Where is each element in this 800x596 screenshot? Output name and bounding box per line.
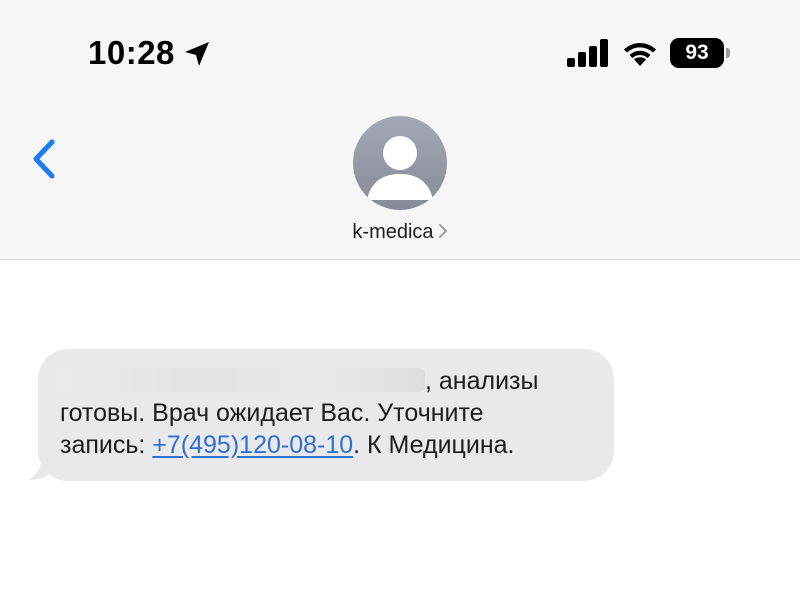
cellular-signal-icon bbox=[567, 39, 608, 67]
message-line-2: готовы. Врач ожидает Вас. Уточните bbox=[60, 399, 484, 427]
location-arrow-icon bbox=[185, 42, 209, 66]
battery-level: 93 bbox=[670, 38, 724, 68]
chevron-right-icon bbox=[438, 223, 447, 238]
person-silhouette-icon bbox=[367, 136, 433, 200]
contact-avatar[interactable] bbox=[353, 116, 447, 210]
phone-number-link[interactable]: +7(495)120-08-10 bbox=[152, 431, 353, 459]
message-line-1-text: , анализы bbox=[425, 367, 539, 395]
battery-icon: 93 bbox=[670, 38, 730, 68]
wifi-icon bbox=[624, 43, 656, 66]
message-line-3: запись: +7(495)120-08-10. К Медицина. bbox=[60, 429, 605, 461]
message-line-1: , анализы bbox=[60, 365, 605, 397]
message-line-3-suffix: . К Медицина. bbox=[353, 431, 515, 459]
messages-screen: 10:28 93 k-medica , анализы готовы. Врач… bbox=[0, 0, 800, 596]
message-line-3-prefix: запись: bbox=[60, 431, 153, 459]
contact-name: k-medica bbox=[352, 221, 434, 243]
redacted-text bbox=[60, 368, 425, 392]
chevron-left-icon[interactable] bbox=[24, 134, 64, 184]
message-text: , анализы готовы. Врач ожидает Вас. Уточ… bbox=[60, 365, 605, 461]
status-time: 10:28 bbox=[88, 34, 175, 71]
contact-name-button[interactable]: k-medica bbox=[0, 218, 800, 246]
battery-cap bbox=[726, 48, 730, 58]
conversation-header: 10:28 93 k-medica bbox=[0, 0, 800, 260]
